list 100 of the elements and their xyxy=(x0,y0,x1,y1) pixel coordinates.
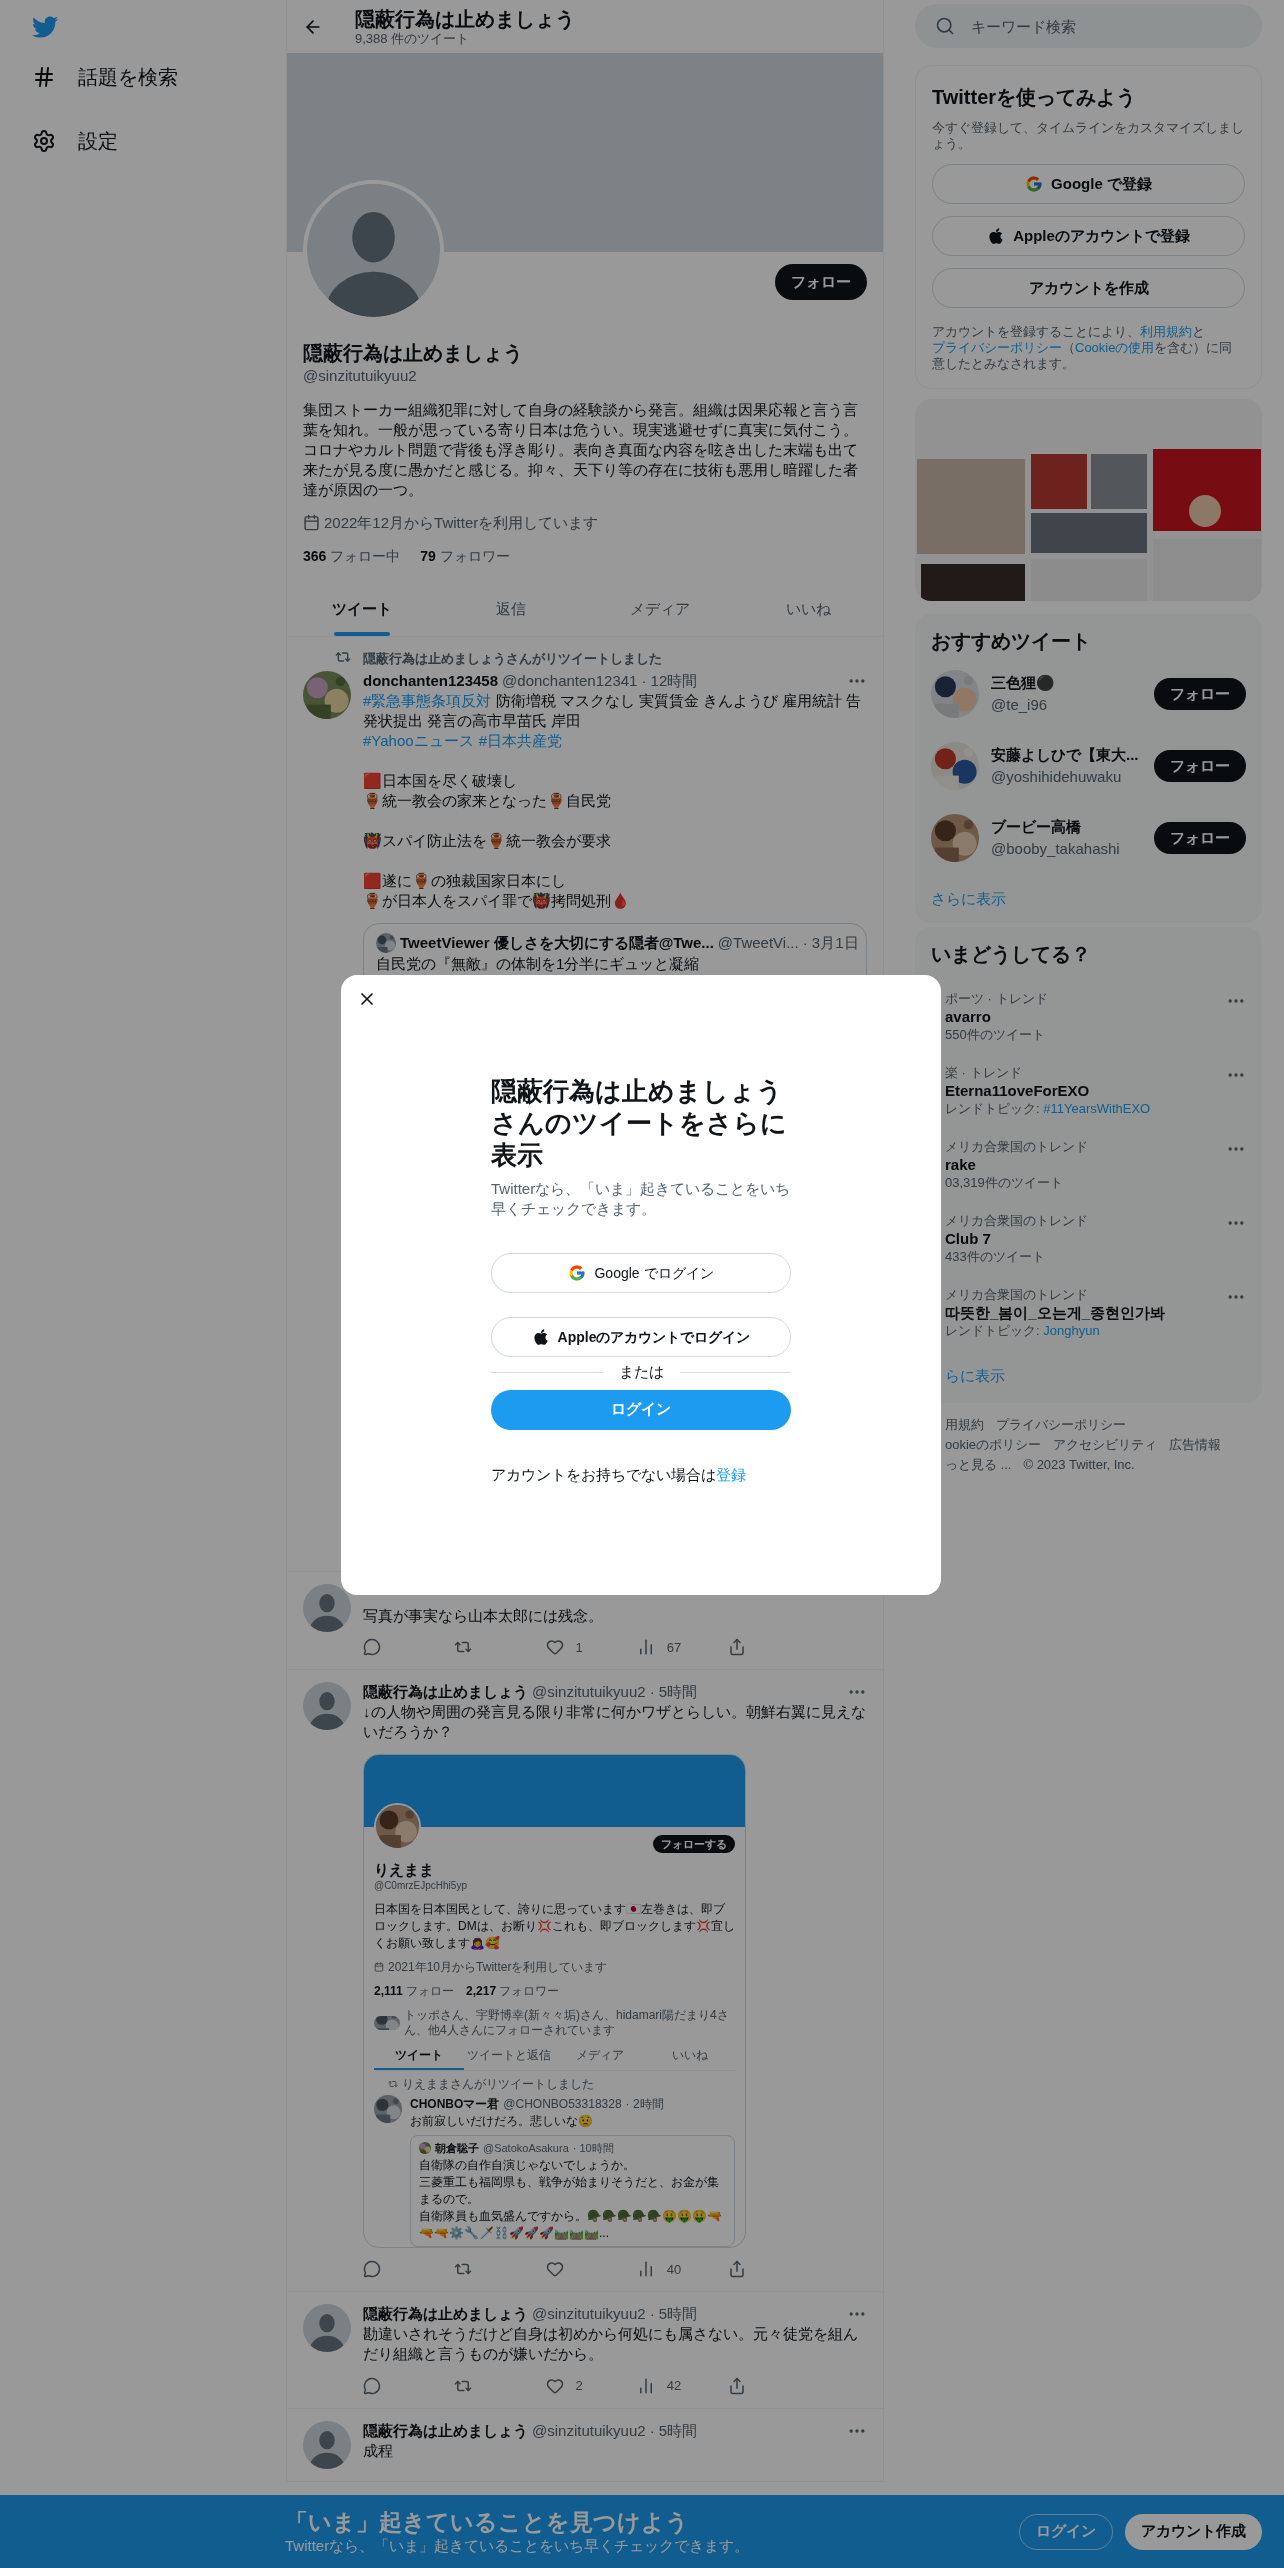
hashtag-link[interactable]: #緊急事態条項反対 xyxy=(363,691,492,709)
tweet-text: ↓の人物や周囲の発言見る限り非常に何かワザとらしい。朝鮮右翼に見えないだろうか？ xyxy=(363,1702,867,1742)
trend-meta: レンドトピック: Jonghyun xyxy=(945,1322,1101,1339)
views-button[interactable]: 67 xyxy=(636,1637,697,1657)
show-more-link[interactable]: さらに表示 xyxy=(931,888,1246,911)
login-option-button[interactable]: Appleのアカウントでログイン xyxy=(491,1317,791,1357)
trend-context: メリカ合衆国のトレンド xyxy=(945,1286,1089,1303)
tweet-text: 自衛隊の自作自演じゃないでしょうか。 三菱重工も福岡県も、戦争が始まりそうだと、お金が集まるので。 自衛隊員も血気盛んですから。🪖🪖🪖🪖🪖🤑🤑🤑🔫🔫🔫⚙🔧🗡⛓🚀🚀🚀🛤🛤🛤... xyxy=(419,2156,723,2242)
tweet-count: 9,388 件のツイート xyxy=(355,30,471,47)
link[interactable]: 利用規約 xyxy=(1140,324,1192,339)
follow-button[interactable]: フォロー xyxy=(1154,822,1246,854)
tweet-text: 自民党の『無敵』の体制を1分半にギュッと凝縮 xyxy=(376,954,701,974)
hashtag-link[interactable]: #Yahooニュース xyxy=(363,731,474,749)
profile-tab[interactable]: ツイート xyxy=(287,583,436,636)
like-button[interactable]: 1 xyxy=(545,1637,606,1657)
trend-name[interactable]: avarro xyxy=(945,1006,1226,1027)
footer-link[interactable]: アクセシビリティ xyxy=(1053,1435,1158,1455)
trend-name[interactable]: rake xyxy=(945,1154,1226,1175)
tweet-text: 👹スパイ防止法を🏺統一教会が要求 xyxy=(363,830,612,851)
trend-meta: 03,319件のツイート xyxy=(945,1174,1064,1191)
login-button[interactable]: ログイン xyxy=(491,1389,791,1430)
joined-date: 2021年10月からTwitterを利用しています xyxy=(388,1959,608,1976)
author-name: 隠蔽行為は止めましょう xyxy=(363,2304,528,2324)
followed-by-text: トッポさん、宇野博幸(新々々垢)さん、hidamari陽だまり4さん、他4人さんにフォローされています xyxy=(404,2008,730,2038)
heart-icon xyxy=(545,1638,564,1657)
profile-name: りえまま xyxy=(374,1861,435,1879)
user-handle: @yoshihidehuwaku xyxy=(991,767,1123,787)
joined-date: 2022年12月からTwitterを利用しています xyxy=(324,512,599,533)
profile-handle: @C0mrzEJpcHhi5yp xyxy=(374,1879,468,1893)
twitter-logo-icon[interactable] xyxy=(30,14,60,40)
profile-tab[interactable]: ツイートと返信 xyxy=(464,2046,555,2070)
heart-icon xyxy=(545,2376,564,2395)
tweet-text: 🟥日本国を尽く破壊し 🏺統一教会の家来となった🏺自民党 xyxy=(363,770,612,811)
link[interactable]: #11YearsWithEXO xyxy=(1043,1100,1151,1116)
signup-button[interactable]: アカウント作成 xyxy=(1125,2513,1262,2550)
footer-link[interactable]: 用規約 xyxy=(945,1415,984,1435)
tweet-text: 勘違いされそうだけど自身は初めから何処にも属さない。元々徒党を組んだり組織と言うものが嫌いだから。 xyxy=(363,2324,859,2364)
author-handle: @SatokoAsakura xyxy=(483,2141,569,2156)
trend-name[interactable]: Club 7 xyxy=(945,1228,1226,1249)
profile-tab[interactable]: いいね xyxy=(734,583,883,636)
follow-button[interactable]: フォロー xyxy=(775,264,867,300)
views-button[interactable]: 42 xyxy=(636,2376,697,2396)
follow-stat[interactable]: 79 フォロワー xyxy=(420,546,510,567)
link[interactable]: Jonghyun xyxy=(1043,1322,1100,1338)
trend-context: 楽 · トレンド xyxy=(945,1064,1023,1081)
page-title: 隠蔽行為は止めましょう xyxy=(355,6,575,31)
like-button[interactable]: 2 xyxy=(545,2376,606,2396)
search-field[interactable]: キーワード検索 xyxy=(915,4,1262,48)
profile-handle: @sinzitutuikyuu2 xyxy=(303,366,418,386)
heart-icon xyxy=(545,2260,564,2279)
views-button[interactable]: 40 xyxy=(636,2259,697,2279)
follow-button[interactable]: フォロー xyxy=(1154,678,1246,710)
follow-stat[interactable]: 366 フォロー中 xyxy=(303,546,401,567)
author-name: TweetViewer 優しさを大切にする隠者@Twe... xyxy=(400,932,714,953)
trend-meta: 550件のツイート xyxy=(945,1026,1046,1043)
profile-tab[interactable]: 返信 xyxy=(436,583,585,636)
profile-tab[interactable]: ツイート xyxy=(374,2046,465,2070)
link[interactable]: Cookieの使用 xyxy=(1075,340,1155,355)
speech-bubble-icon xyxy=(363,2376,381,2395)
footer-link[interactable]: 広告情報 xyxy=(1169,1435,1222,1455)
retweet-note: 隠蔽行為は止めましょうさんがリツイートしました xyxy=(363,650,662,668)
tweet-time: · 5時間 xyxy=(649,2420,698,2441)
hashtag-link[interactable]: #日本共産党 xyxy=(478,731,563,749)
signup-button[interactable]: アカウントを作成 xyxy=(932,268,1245,308)
follow-stat[interactable]: 2,111 フォロー xyxy=(374,1982,455,2000)
google-logo-icon xyxy=(568,1264,587,1282)
footer-link[interactable]: っと見る ... xyxy=(945,1455,1012,1475)
trend-meta: 433件のツイート xyxy=(945,1248,1046,1265)
trend-name[interactable]: 따뜻한_봄이_오는게_종현인가봐 xyxy=(945,1302,1226,1323)
signup-prompt: アカウントをお持ちでない場合は登録 xyxy=(491,1464,747,1485)
profile-tab[interactable]: いいね xyxy=(644,2046,735,2070)
follow-button[interactable]: フォロー xyxy=(1154,750,1246,782)
profile-tab[interactable]: メディア xyxy=(554,2046,645,2070)
follow-button[interactable]: フォローする xyxy=(653,1835,735,1853)
profile-bio: 集団ストーカー組織犯罪に対して自身の経験談から発言。組織は因果応報と言う言葉を知れ。一般が思っている寄り日本は危うい。現実逃避せずに真実に気付こう。コロナやカルト問題で背後も浮き彫り。表向き真面な内容を呟き出した末端も出て来たが見る度に愚かだと感じる。抑々、天下り等の存在に技術も悪用し暗躍した者達が原因の一つ。 xyxy=(303,399,859,500)
author-name: 朝倉聡子 xyxy=(435,2141,479,2156)
footer-link[interactable]: ookieのポリシー xyxy=(945,1435,1042,1455)
user-handle: @te_i96 xyxy=(991,695,1049,715)
hashtag-icon xyxy=(32,65,56,89)
trend-name[interactable]: Eterna11oveForEXO xyxy=(945,1080,1226,1101)
author-handle: @sinzitutuikyuu2 xyxy=(532,1682,646,1702)
follow-stat[interactable]: 2,217 フォロワー xyxy=(466,1982,560,2000)
signup-button[interactable]: Appleのアカウントで登録 xyxy=(932,216,1245,256)
separator-text: または xyxy=(618,1362,664,1382)
sidebar-item[interactable]: 話題を検索 xyxy=(30,62,286,92)
retweet-note: りえままさんがリツイートしました xyxy=(402,2076,594,2093)
search-icon xyxy=(935,16,955,36)
signup-link[interactable]: 登録 xyxy=(716,1465,746,1483)
user-name: 安藤よしひで【東大... xyxy=(991,744,1140,765)
profile-tab[interactable]: メディア xyxy=(585,583,734,636)
link[interactable]: プライバシーポリシー xyxy=(932,340,1062,355)
share-icon xyxy=(728,2260,746,2279)
tweet-time: · 5時間 xyxy=(649,1682,698,1702)
tweet-time: · 2時間 xyxy=(625,2096,664,2113)
trend-meta: レンドトピック: #11YearsWithEXO xyxy=(945,1100,1152,1117)
tweet-time: · 12時間 xyxy=(641,670,698,691)
sidebar-item[interactable]: 設定 xyxy=(30,126,286,156)
footer-link[interactable]: プライバシーポリシー xyxy=(996,1415,1126,1435)
signup-button[interactable]: Google で登録 xyxy=(932,164,1245,204)
login-option-button[interactable]: Google でログイン xyxy=(491,1253,791,1293)
